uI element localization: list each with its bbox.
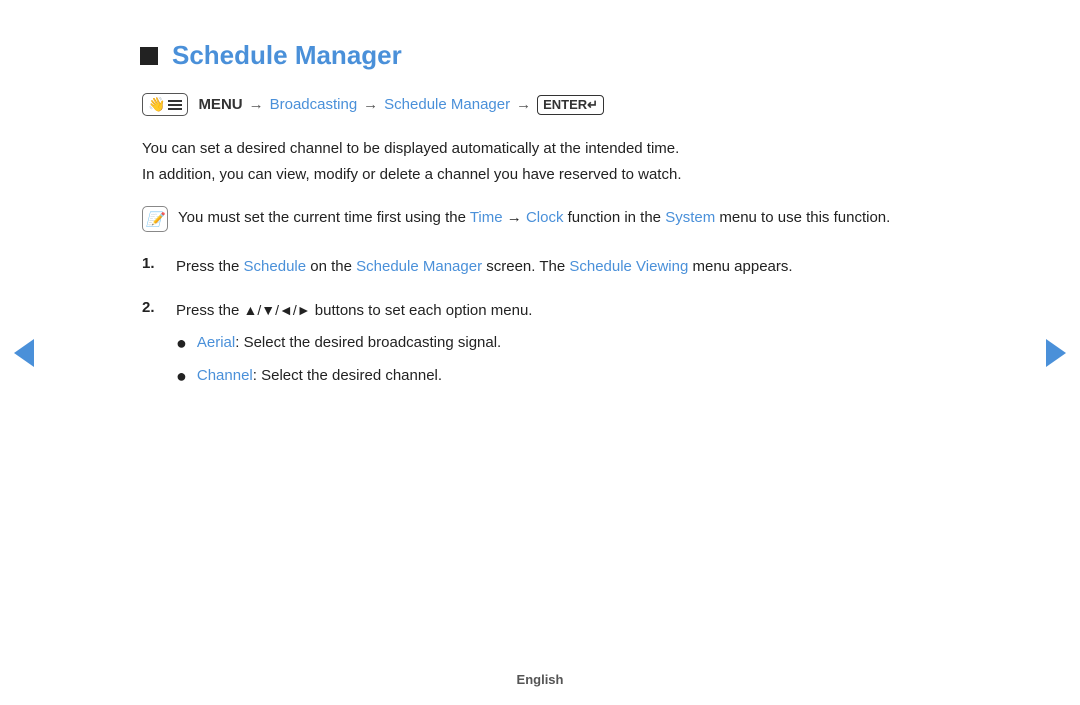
step1-text-end: menu appears. [688,258,792,275]
breadcrumb-arrow-2: → [363,96,378,113]
note-row: 📝 You must set the current time first us… [142,205,940,232]
step1-text-middle: on the [306,258,356,275]
breadcrumb: 👋 MENU → Broadcasting → Schedule Manager… [142,93,940,116]
footer: English [517,672,564,687]
step2-main-text: Press the ▲/▼/◄/► buttons to set each op… [176,302,532,319]
step1-schedule-manager-link[interactable]: Schedule Manager [356,258,482,275]
main-content: Schedule Manager 👋 MENU → Broadcasting →… [60,0,1020,455]
sub-item-aerial: ● Aerial: Select the desired broadcastin… [176,331,532,356]
step1-text-after: screen. The [482,258,569,275]
step-1-number: 1. [142,255,162,272]
breadcrumb-arrow-1: → [249,96,264,113]
step-2-number: 2. [142,299,162,316]
breadcrumb-schedule-manager[interactable]: Schedule Manager [384,96,510,113]
step1-schedule-link[interactable]: Schedule [244,258,307,275]
aerial-link[interactable]: Aerial [197,334,235,351]
channel-link[interactable]: Channel [197,367,253,384]
title-icon [140,47,158,65]
menu-icon: 👋 [142,93,188,116]
dpad-arrows: ▲/▼/◄/► [244,302,311,318]
steps-list: 1. Press the Schedule on the Schedule Ma… [142,254,940,397]
sub-item-channel: ● Channel: Select the desired channel. [176,364,532,389]
note-arrow: → [503,209,526,226]
aerial-text: Aerial: Select the desired broadcasting … [197,331,501,355]
bullet-aerial: ● [176,331,187,356]
breadcrumb-menu-label: MENU [198,96,242,113]
note-time-link[interactable]: Time [470,209,503,226]
bullet-channel: ● [176,364,187,389]
breadcrumb-arrow-3: → [516,96,531,113]
description-text: You can set a desired channel to be disp… [142,136,940,187]
channel-text: Channel: Select the desired channel. [197,364,442,388]
page-title: Schedule Manager [172,40,402,71]
note-text-after: menu to use this function. [715,209,890,226]
nav-arrow-left[interactable] [14,339,34,367]
note-icon: 📝 [142,206,168,232]
note-text-before: You must set the current time first usin… [178,209,470,226]
note-text: You must set the current time first usin… [178,205,890,231]
footer-language: English [517,672,564,687]
step-2-text: Press the ▲/▼/◄/► buttons to set each op… [176,298,532,398]
note-text-middle: function in the [563,209,665,226]
step-1-text: Press the Schedule on the Schedule Manag… [176,254,793,280]
step-2: 2. Press the ▲/▼/◄/► buttons to set each… [142,298,940,398]
step1-schedule-viewing-link[interactable]: Schedule Viewing [569,258,688,275]
breadcrumb-broadcasting[interactable]: Broadcasting [270,96,358,113]
step1-text-before: Press the [176,258,244,275]
bars-icon [168,100,182,110]
page-title-row: Schedule Manager [140,40,940,71]
sub-list: ● Aerial: Select the desired broadcastin… [176,331,532,389]
note-system-link[interactable]: System [665,209,715,226]
enter-icon: ENTER↵ [537,95,604,115]
note-clock-link[interactable]: Clock [526,209,564,226]
step-1: 1. Press the Schedule on the Schedule Ma… [142,254,940,280]
hand-icon: 👋 [148,96,165,113]
nav-arrow-right[interactable] [1046,339,1066,367]
